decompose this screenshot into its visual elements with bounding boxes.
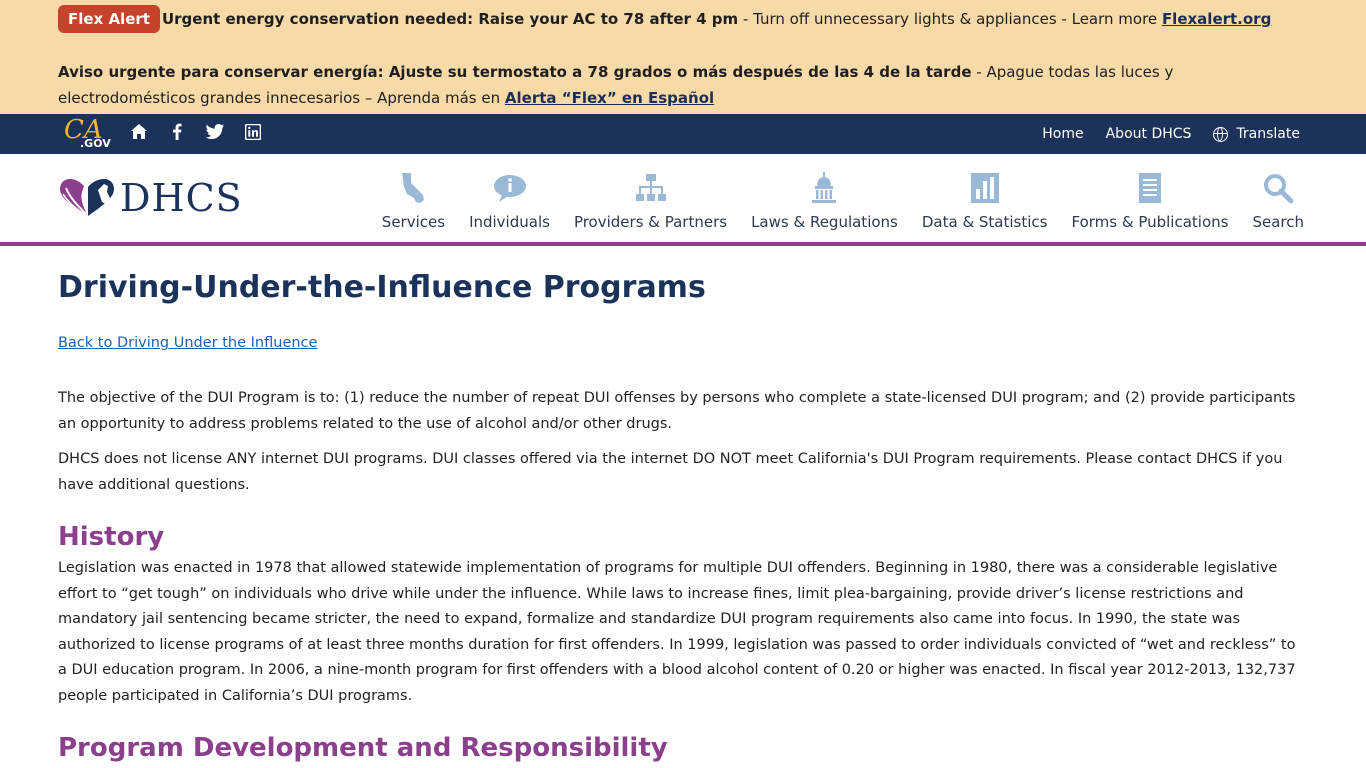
program-development-heading: Program Development and Responsibility [58,733,668,763]
capitol-icon [812,172,837,203]
alert-english: Flex Alert Urgent energy conservation nee… [58,5,1308,33]
intro-paragraph-internet-notice: DHCS does not license ANY internet DUI p… [58,451,1283,493]
nav-label: Data & Statistics [921,213,1048,231]
main-nav: Services Individuals Providers & Partner… [382,171,1304,231]
nav-services[interactable]: Services [382,171,445,231]
nav-data-statistics[interactable]: Data & Statistics [921,171,1048,231]
page-title: Driving-Under-the-Influence Programs [58,270,706,305]
nav-label: Individuals [469,213,550,231]
logo-text: DHCS [120,176,243,220]
home-icon[interactable] [130,123,148,145]
nav-label: Providers & Partners [573,213,728,231]
search-icon [1264,174,1294,204]
document-icon [1138,173,1161,203]
flexalert-link[interactable]: Flexalert.org [1162,10,1271,28]
alert-english-rest: - Turn off unnecessary lights & applianc… [738,10,1162,28]
nav-label: Search [1252,213,1304,231]
dhcs-logo[interactable]: DHCS [58,176,243,220]
info-icon [493,175,526,202]
nav-search[interactable]: Search [1252,171,1304,231]
dhcs-heart-logo-icon [60,179,114,217]
org-chart-icon [635,174,666,201]
nav-label: Services [381,213,446,231]
flex-alert-badge: Flex Alert [58,5,160,33]
nav-laws-regulations[interactable]: Laws & Regulations [751,171,898,231]
nav-forms-publications[interactable]: Forms & Publications [1071,171,1228,231]
nav-providers-partners[interactable]: Providers & Partners [574,171,727,231]
intro-paragraph-objective: The objective of the DUI Program is to: … [58,390,1296,432]
facebook-icon[interactable] [168,123,186,145]
ca-gov-logo[interactable]: CA .GOV [64,115,111,151]
alert-spanish-bold: Aviso urgente para conservar energía: Aj… [58,63,972,81]
back-to-dui-link[interactable]: Back to Driving Under the Influence [58,335,317,351]
history-paragraph: Legislation was enacted in 1978 that all… [58,560,1296,704]
translate-button[interactable]: Translate [1213,126,1300,142]
home-link[interactable]: Home [1042,126,1083,142]
translate-label: Translate [1236,126,1300,142]
history-heading: History [58,522,165,552]
twitter-icon[interactable] [205,124,224,144]
nav-label: Forms & Publications [1071,213,1229,231]
globe-icon [1213,126,1229,142]
utility-bar: CA .GOV Home About DHCS Translate [0,114,1366,154]
nav-label: Laws & Regulations [751,213,898,231]
flex-alert-banner: Flex Alert Urgent energy conservation nee… [0,0,1366,114]
nav-individuals[interactable]: Individuals [469,171,550,231]
main-header: DHCS Services Individuals Providers & Pa… [0,154,1366,246]
alerta-flex-espanol-link[interactable]: Alerta “Flex” en Español [505,89,714,107]
california-icon [402,173,425,203]
main-content: Driving-Under-the-Influence Programs Bac… [0,246,1366,763]
alert-english-bold: Urgent energy conservation needed: Raise… [161,10,739,28]
gov-logo-text: .GOV [80,137,111,150]
about-dhcs-link[interactable]: About DHCS [1106,126,1192,142]
linkedin-icon[interactable] [244,123,262,145]
alert-spanish: Aviso urgente para conservar energía: Aj… [58,59,1308,111]
bar-chart-icon [970,173,999,203]
